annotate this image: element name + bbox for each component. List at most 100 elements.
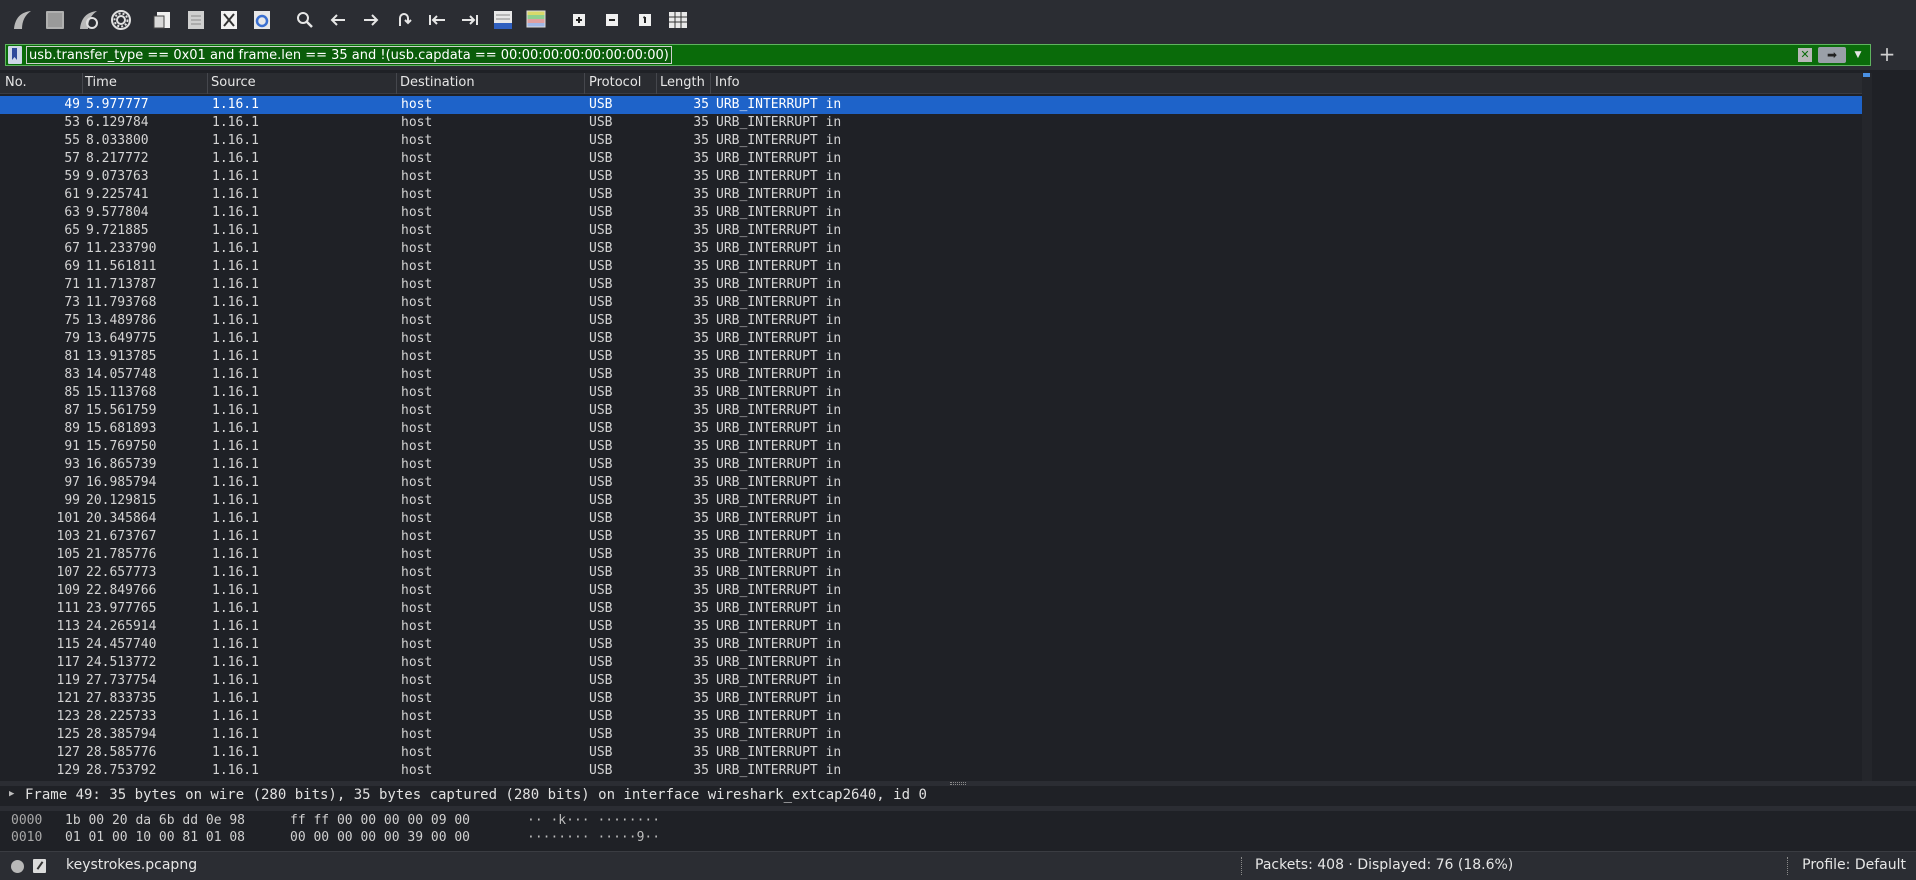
expert-info-icon[interactable] <box>11 860 24 873</box>
bytes-row[interactable]: 0010 01 01 00 10 00 81 01 08 00 00 00 00… <box>0 830 1916 847</box>
resize-columns-icon[interactable] <box>665 6 691 34</box>
cell-len: 35 <box>693 241 709 256</box>
table-row[interactable]: 81 13.913785 1.16.1 host USB 35 URB_INTERRUPT … <box>0 348 1862 366</box>
table-row[interactable]: 105 21.785776 1.16.1 host USB 35 URB_INTERRUPT… <box>0 546 1862 564</box>
table-row[interactable]: 89 15.681893 1.16.1 host USB 35 URB_INTERRUPT … <box>0 420 1862 438</box>
find-packet-icon[interactable] <box>292 6 318 34</box>
table-row[interactable]: 115 24.457740 1.16.1 host USB 35 URB_INTERRUPT… <box>0 636 1862 654</box>
cell-dst: host <box>401 259 433 274</box>
column-header-length[interactable]: Length <box>660 75 705 90</box>
table-row[interactable]: 49 5.977777 1.16.1 host USB 35 URB_INTERRUPT i… <box>0 96 1862 114</box>
table-row[interactable]: 83 14.057748 1.16.1 host USB 35 URB_INTERRUPT … <box>0 366 1862 384</box>
go-first-icon[interactable] <box>424 6 450 34</box>
cell-time: 28.225733 <box>86 709 157 724</box>
column-header-time[interactable]: Time <box>85 75 117 90</box>
table-row[interactable]: 61 9.225741 1.16.1 host USB 35 URB_INTERRUPT i… <box>0 186 1862 204</box>
cell-info: URB_INTERRUPT in <box>716 187 842 202</box>
table-row[interactable]: 91 15.769750 1.16.1 host USB 35 URB_INTERRUPT … <box>0 438 1862 456</box>
clear-filter-icon[interactable]: ✕ <box>1798 48 1812 62</box>
zoom-normal-icon[interactable] <box>632 6 658 34</box>
status-profile[interactable]: Profile: Default <box>1802 857 1906 873</box>
column-header-info[interactable]: Info <box>715 75 740 90</box>
table-row[interactable]: 109 22.849766 1.16.1 host USB 35 URB_INTERRUPT… <box>0 582 1862 600</box>
table-row[interactable]: 53 6.129784 1.16.1 host USB 35 URB_INTERRUPT i… <box>0 114 1862 132</box>
table-row[interactable]: 63 9.577804 1.16.1 host USB 35 URB_INTERRUPT i… <box>0 204 1862 222</box>
table-row[interactable]: 129 28.753792 1.16.1 host USB 35 URB_INTERRUPT… <box>0 762 1862 780</box>
table-row[interactable]: 71 11.713787 1.16.1 host USB 35 URB_INTERRUPT … <box>0 276 1862 294</box>
table-row[interactable]: 69 11.561811 1.16.1 host USB 35 URB_INTERRUPT … <box>0 258 1862 276</box>
go-last-icon[interactable] <box>457 6 483 34</box>
packet-list-scrollbar[interactable] <box>1862 73 1872 781</box>
filter-history-dropdown-icon[interactable]: ▼ <box>1852 47 1864 63</box>
table-row[interactable]: 111 23.977765 1.16.1 host USB 35 URB_INTERRUPT… <box>0 600 1862 618</box>
column-header-destination[interactable]: Destination <box>400 75 475 90</box>
start-capture-icon[interactable] <box>8 6 36 34</box>
table-row[interactable]: 123 28.225733 1.16.1 host USB 35 URB_INTERRUPT… <box>0 708 1862 726</box>
table-row[interactable]: 75 13.489786 1.16.1 host USB 35 URB_INTERRUPT … <box>0 312 1862 330</box>
cell-info: URB_INTERRUPT in <box>716 601 842 616</box>
table-row[interactable]: 99 20.129815 1.16.1 host USB 35 URB_INTERRUPT … <box>0 492 1862 510</box>
capture-comment-icon[interactable] <box>33 859 46 873</box>
add-filter-button-icon[interactable]: + <box>1876 44 1898 66</box>
table-row[interactable]: 127 28.585776 1.16.1 host USB 35 URB_INTERRUPT… <box>0 744 1862 762</box>
table-row[interactable]: 121 27.833735 1.16.1 host USB 35 URB_INTERRUPT… <box>0 690 1862 708</box>
cell-src: 1.16.1 <box>212 709 259 724</box>
table-row[interactable]: 101 20.345864 1.16.1 host USB 35 URB_INTERRUPT… <box>0 510 1862 528</box>
go-back-icon[interactable] <box>325 6 351 34</box>
zoom-in-icon[interactable] <box>566 6 592 34</box>
bytes-row[interactable]: 0000 1b 00 20 da 6b dd 0e 98 ff ff 00 00… <box>0 813 1916 830</box>
table-row[interactable]: 67 11.233790 1.16.1 host USB 35 URB_INTERRUPT … <box>0 240 1862 258</box>
table-row[interactable]: 117 24.513772 1.16.1 host USB 35 URB_INTERRUPT… <box>0 654 1862 672</box>
status-file-name: keystrokes.pcapng <box>66 857 198 873</box>
table-row[interactable]: 87 15.561759 1.16.1 host USB 35 URB_INTERRUPT … <box>0 402 1862 420</box>
column-header-protocol[interactable]: Protocol <box>589 75 641 90</box>
table-row[interactable]: 79 13.649775 1.16.1 host USB 35 URB_INTERRUPT … <box>0 330 1862 348</box>
autoscroll-icon[interactable] <box>490 6 516 34</box>
display-filter-input[interactable]: usb.transfer_type == 0x01 and frame.len … <box>5 44 1871 66</box>
cell-src: 1.16.1 <box>212 421 259 436</box>
filter-bookmark-icon[interactable] <box>8 46 22 64</box>
table-row[interactable]: 125 28.385794 1.16.1 host USB 35 URB_INTERRUPT… <box>0 726 1862 744</box>
colorize-icon[interactable] <box>523 6 549 34</box>
table-row[interactable]: 103 21.673767 1.16.1 host USB 35 URB_INTERRUPT… <box>0 528 1862 546</box>
zoom-out-icon[interactable] <box>599 6 625 34</box>
cell-dst: host <box>401 601 433 616</box>
save-file-icon[interactable] <box>183 6 209 34</box>
cell-dst: host <box>401 151 433 166</box>
go-to-packet-icon[interactable] <box>391 6 417 34</box>
apply-filter-icon[interactable]: ➡ <box>1818 47 1846 63</box>
table-row[interactable]: 65 9.721885 1.16.1 host USB 35 URB_INTERRUPT i… <box>0 222 1862 240</box>
column-header-no[interactable]: No. <box>5 75 27 90</box>
cell-proto: USB <box>589 619 613 634</box>
table-row[interactable]: 113 24.265914 1.16.1 host USB 35 URB_INTERRUPT… <box>0 618 1862 636</box>
restart-capture-icon[interactable] <box>74 6 102 34</box>
cell-dst: host <box>401 565 433 580</box>
stop-capture-icon[interactable] <box>41 6 69 34</box>
cell-no: 63 <box>64 205 80 220</box>
cell-proto: USB <box>589 295 613 310</box>
table-row[interactable]: 107 22.657773 1.16.1 host USB 35 URB_INTERRUPT… <box>0 564 1862 582</box>
table-row[interactable]: 59 9.073763 1.16.1 host USB 35 URB_INTERRUPT i… <box>0 168 1862 186</box>
go-forward-icon[interactable] <box>358 6 384 34</box>
table-row[interactable]: 73 11.793768 1.16.1 host USB 35 URB_INTERRUPT … <box>0 294 1862 312</box>
filter-expression[interactable]: usb.transfer_type == 0x01 and frame.len … <box>26 46 672 64</box>
cell-dst: host <box>401 403 433 418</box>
table-row[interactable]: 55 8.033800 1.16.1 host USB 35 URB_INTERRUPT i… <box>0 132 1862 150</box>
close-file-icon[interactable] <box>216 6 242 34</box>
cell-time: 28.753792 <box>86 763 157 778</box>
table-row[interactable]: 57 8.217772 1.16.1 host USB 35 URB_INTERRUPT i… <box>0 150 1862 168</box>
cell-time: 20.129815 <box>86 493 157 508</box>
reload-file-icon[interactable] <box>249 6 275 34</box>
table-row[interactable]: 93 16.865739 1.16.1 host USB 35 URB_INTERRUPT … <box>0 456 1862 474</box>
cell-info: URB_INTERRUPT in <box>716 421 842 436</box>
expand-arrow-icon[interactable]: ▶ <box>9 789 14 799</box>
open-file-icon[interactable] <box>150 6 176 34</box>
frame-summary[interactable]: Frame 49: 35 bytes on wire (280 bits), 3… <box>25 787 927 803</box>
table-row[interactable]: 119 27.737754 1.16.1 host USB 35 URB_INTERRUPT… <box>0 672 1862 690</box>
cell-proto: USB <box>589 115 613 130</box>
capture-options-icon[interactable] <box>107 6 135 34</box>
column-header-source[interactable]: Source <box>211 75 256 90</box>
table-row[interactable]: 97 16.985794 1.16.1 host USB 35 URB_INTERRUPT … <box>0 474 1862 492</box>
cell-dst: host <box>401 727 433 742</box>
table-row[interactable]: 85 15.113768 1.16.1 host USB 35 URB_INTERRUPT … <box>0 384 1862 402</box>
